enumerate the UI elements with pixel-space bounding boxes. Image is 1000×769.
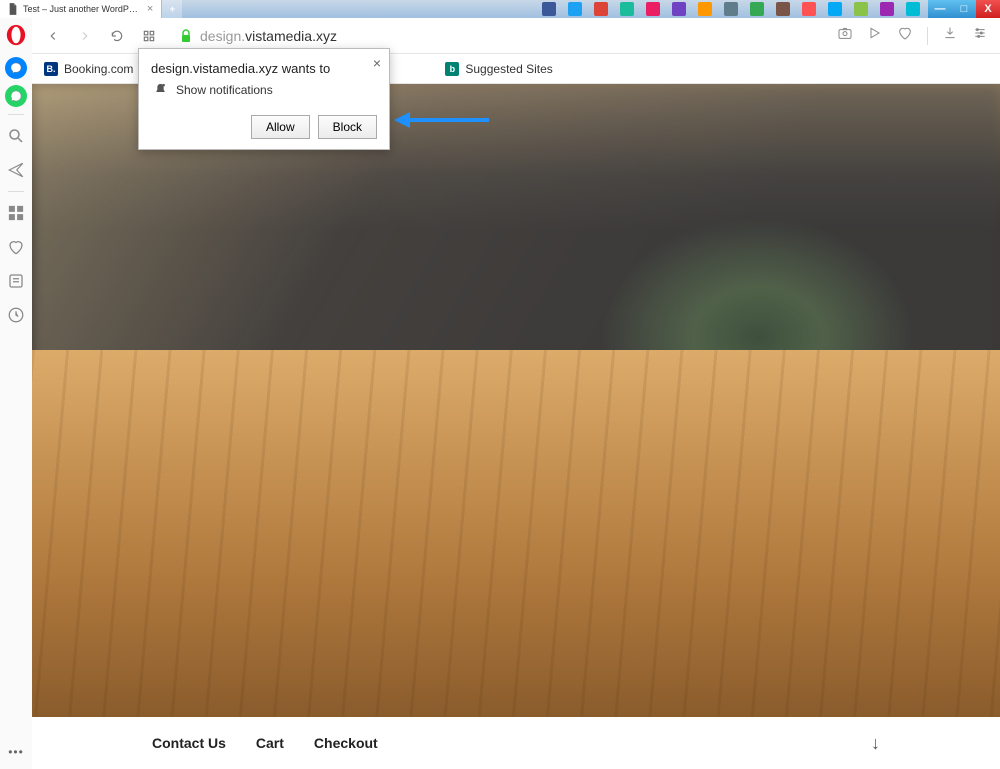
annotation-arrow-icon <box>394 100 494 140</box>
taskbar-item[interactable] <box>750 2 764 16</box>
whatsapp-button[interactable] <box>5 85 27 107</box>
history-button[interactable] <box>2 301 30 329</box>
bookmarks-heart-button[interactable] <box>2 233 30 261</box>
bookmark-label: Booking.com <box>64 62 133 76</box>
sidebar-divider <box>8 114 24 115</box>
site-title: TEST <box>152 557 353 607</box>
taskbar-item[interactable] <box>724 2 738 16</box>
popup-title: design.vistamedia.xyz wants to <box>151 61 377 76</box>
downloads-button[interactable] <box>942 25 958 46</box>
easy-setup-button[interactable] <box>972 25 988 46</box>
taskbar-item[interactable] <box>698 2 712 16</box>
page-content: TEST Just another WordPress site Contact… <box>32 84 1000 769</box>
scroll-down-icon[interactable]: ↓ <box>871 733 880 754</box>
send-button[interactable] <box>2 156 30 184</box>
window-close-button[interactable]: X <box>976 0 1000 18</box>
search-button[interactable] <box>2 122 30 150</box>
taskbar-item[interactable] <box>594 2 608 16</box>
hero-image: TEST Just another WordPress site <box>32 84 1000 717</box>
taskbar-item[interactable] <box>672 2 686 16</box>
titlebar-space: — □ X <box>182 0 1000 18</box>
taskbar-icons <box>534 2 928 16</box>
nav-cart[interactable]: Cart <box>256 735 284 751</box>
nav-contact[interactable]: Contact Us <box>152 735 226 751</box>
tab-close-icon[interactable]: × <box>147 3 153 15</box>
speed-dial-button[interactable] <box>2 199 30 227</box>
hero-text: TEST Just another WordPress site <box>152 557 353 627</box>
bookmark-heart-button[interactable] <box>897 25 913 46</box>
booking-icon: B. <box>44 62 58 76</box>
taskbar-item[interactable] <box>620 2 634 16</box>
address-bar-actions <box>837 25 988 46</box>
allow-button[interactable]: Allow <box>251 115 310 139</box>
back-button[interactable] <box>44 27 62 45</box>
bing-icon: b <box>445 62 459 76</box>
taskbar-item[interactable] <box>646 2 660 16</box>
taskbar-item[interactable] <box>854 2 868 16</box>
video-popout-button[interactable] <box>867 25 883 46</box>
speed-dial-grid-button[interactable] <box>140 27 158 45</box>
window-minimize-button[interactable]: — <box>928 0 952 18</box>
main-column: design.vistamedia.xyz B. Booking.com f b… <box>32 18 1000 769</box>
popup-close-icon[interactable]: × <box>373 55 381 71</box>
url-text: design.vistamedia.xyz <box>200 28 337 44</box>
popup-message: Show notifications <box>176 83 273 97</box>
sidebar-divider <box>8 191 24 192</box>
new-tab-button[interactable]: + <box>162 0 182 18</box>
page-icon <box>8 3 18 15</box>
url-field[interactable]: design.vistamedia.xyz <box>172 28 823 44</box>
forward-button[interactable] <box>76 27 94 45</box>
taskbar-item[interactable] <box>880 2 894 16</box>
browser-sidebar: ••• <box>0 18 32 769</box>
taskbar-item[interactable] <box>802 2 816 16</box>
bell-icon <box>153 82 168 97</box>
snapshot-button[interactable] <box>837 25 853 46</box>
taskbar-item[interactable] <box>906 2 920 16</box>
news-button[interactable] <box>2 267 30 295</box>
taskbar-item[interactable] <box>828 2 842 16</box>
site-nav: Contact Us Cart Checkout ↓ <box>32 717 1000 769</box>
separator <box>927 27 928 45</box>
taskbar-item[interactable] <box>776 2 790 16</box>
tab-title: Test – Just another WordP… <box>23 4 138 14</box>
notification-permission-popup: × design.vistamedia.xyz wants to Show no… <box>138 48 390 150</box>
nav-checkout[interactable]: Checkout <box>314 735 378 751</box>
bookmark-suggested[interactable]: b Suggested Sites <box>445 62 552 76</box>
messenger-button[interactable] <box>5 57 27 79</box>
window-titlebar: Test – Just another WordP… × + — □ X <box>0 0 1000 18</box>
browser-tab[interactable]: Test – Just another WordP… × <box>0 0 162 18</box>
bookmark-booking[interactable]: B. Booking.com <box>44 62 133 76</box>
opera-logo-icon <box>5 24 27 46</box>
bookmark-label: Suggested Sites <box>465 62 552 76</box>
taskbar-item[interactable] <box>542 2 556 16</box>
popup-message-row: Show notifications <box>153 82 377 97</box>
reload-button[interactable] <box>108 27 126 45</box>
site-tagline: Just another WordPress site <box>152 609 353 627</box>
block-button[interactable]: Block <box>318 115 377 139</box>
taskbar-item[interactable] <box>568 2 582 16</box>
sidebar-more-button[interactable]: ••• <box>8 745 24 759</box>
window-maximize-button[interactable]: □ <box>952 0 976 18</box>
lock-icon <box>180 29 192 43</box>
